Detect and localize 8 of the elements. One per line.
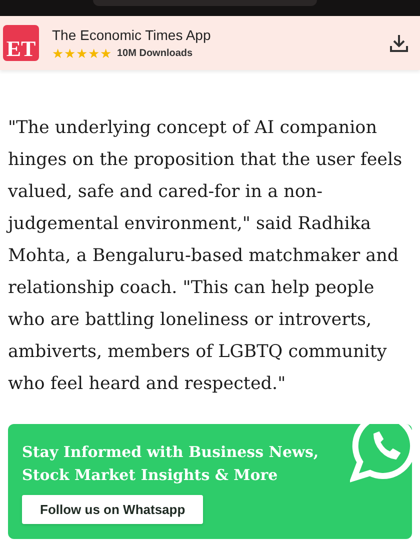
follow-whatsapp-button[interactable]: Follow us on Whatsapp xyxy=(22,495,204,524)
download-icon[interactable] xyxy=(389,33,409,53)
card-headline: Stay Informed with Business News, Stock Market Insights & More xyxy=(22,442,320,486)
star-rating: ★★★★★ xyxy=(52,46,112,60)
app-title: The Economic Times App xyxy=(52,26,211,45)
article-paragraph: "The underlying concept of AI companion hinges on the proposition that the user feels valued, safe and cared-for in a non-judgemental environment," said Radhika Mohta, a Bengaluru-based matchmaker and relationship coach. "This can help people who are battling loneliness or introverts, ambiverts, members of LGBTQ community who feel heard and respected." xyxy=(5,117,404,396)
app-logo: ET xyxy=(3,25,39,61)
download-count: 10M Downloads xyxy=(117,47,193,61)
